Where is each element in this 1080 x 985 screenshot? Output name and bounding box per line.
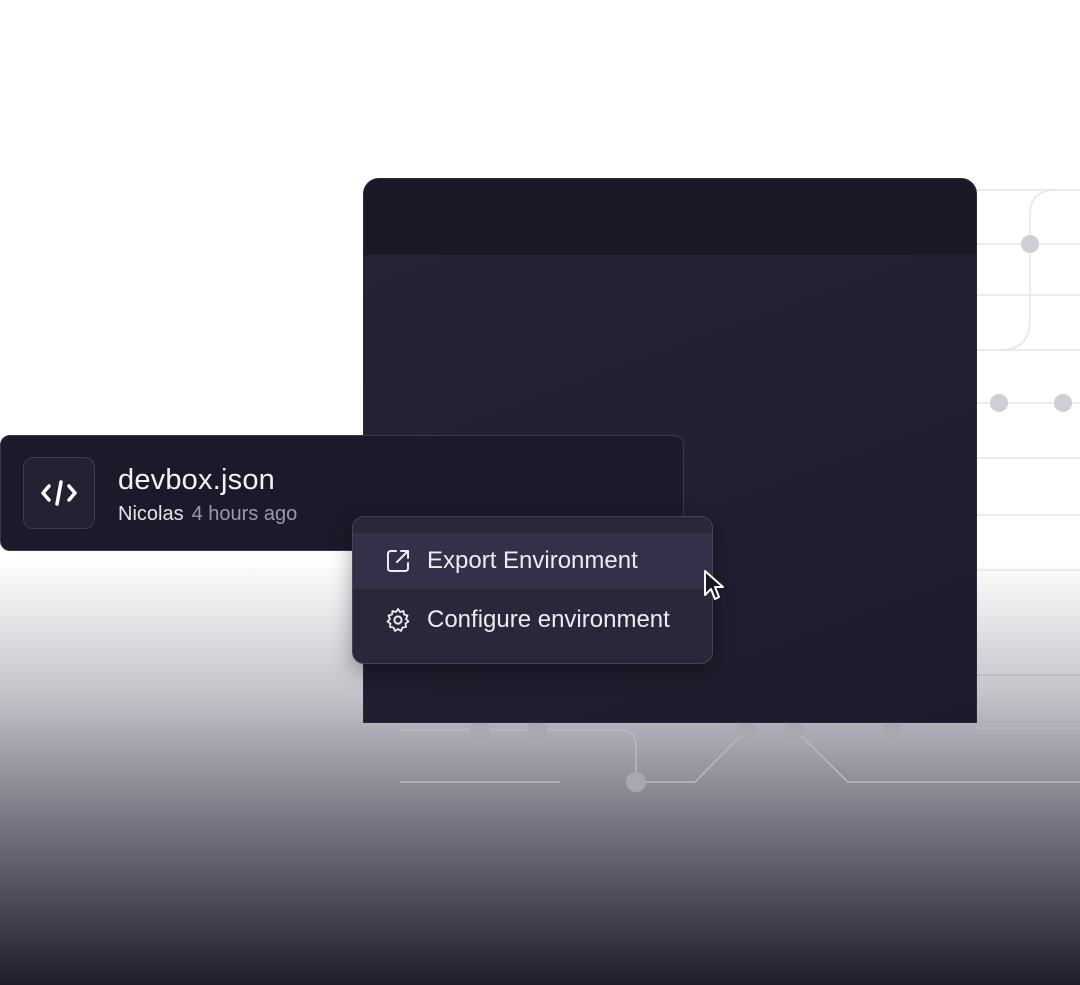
menu-item-label: Export Environment [427, 547, 638, 574]
window-titlebar [364, 179, 976, 255]
mouse-pointer-icon [704, 570, 724, 600]
menu-item-label: Configure environment [427, 606, 670, 633]
menu-item-export-environment[interactable]: Export Environment [353, 533, 712, 589]
external-link-icon [385, 548, 411, 574]
file-meta: Nicolas 4 hours ago [118, 503, 297, 526]
file-name: devbox.json [118, 464, 275, 496]
file-author: Nicolas [118, 503, 184, 525]
code-icon [23, 457, 95, 529]
context-menu: Export Environment Configure environment [352, 516, 713, 664]
gear-icon [385, 607, 411, 633]
menu-item-configure-environment[interactable]: Configure environment [353, 592, 712, 648]
file-time: 4 hours ago [191, 503, 298, 525]
